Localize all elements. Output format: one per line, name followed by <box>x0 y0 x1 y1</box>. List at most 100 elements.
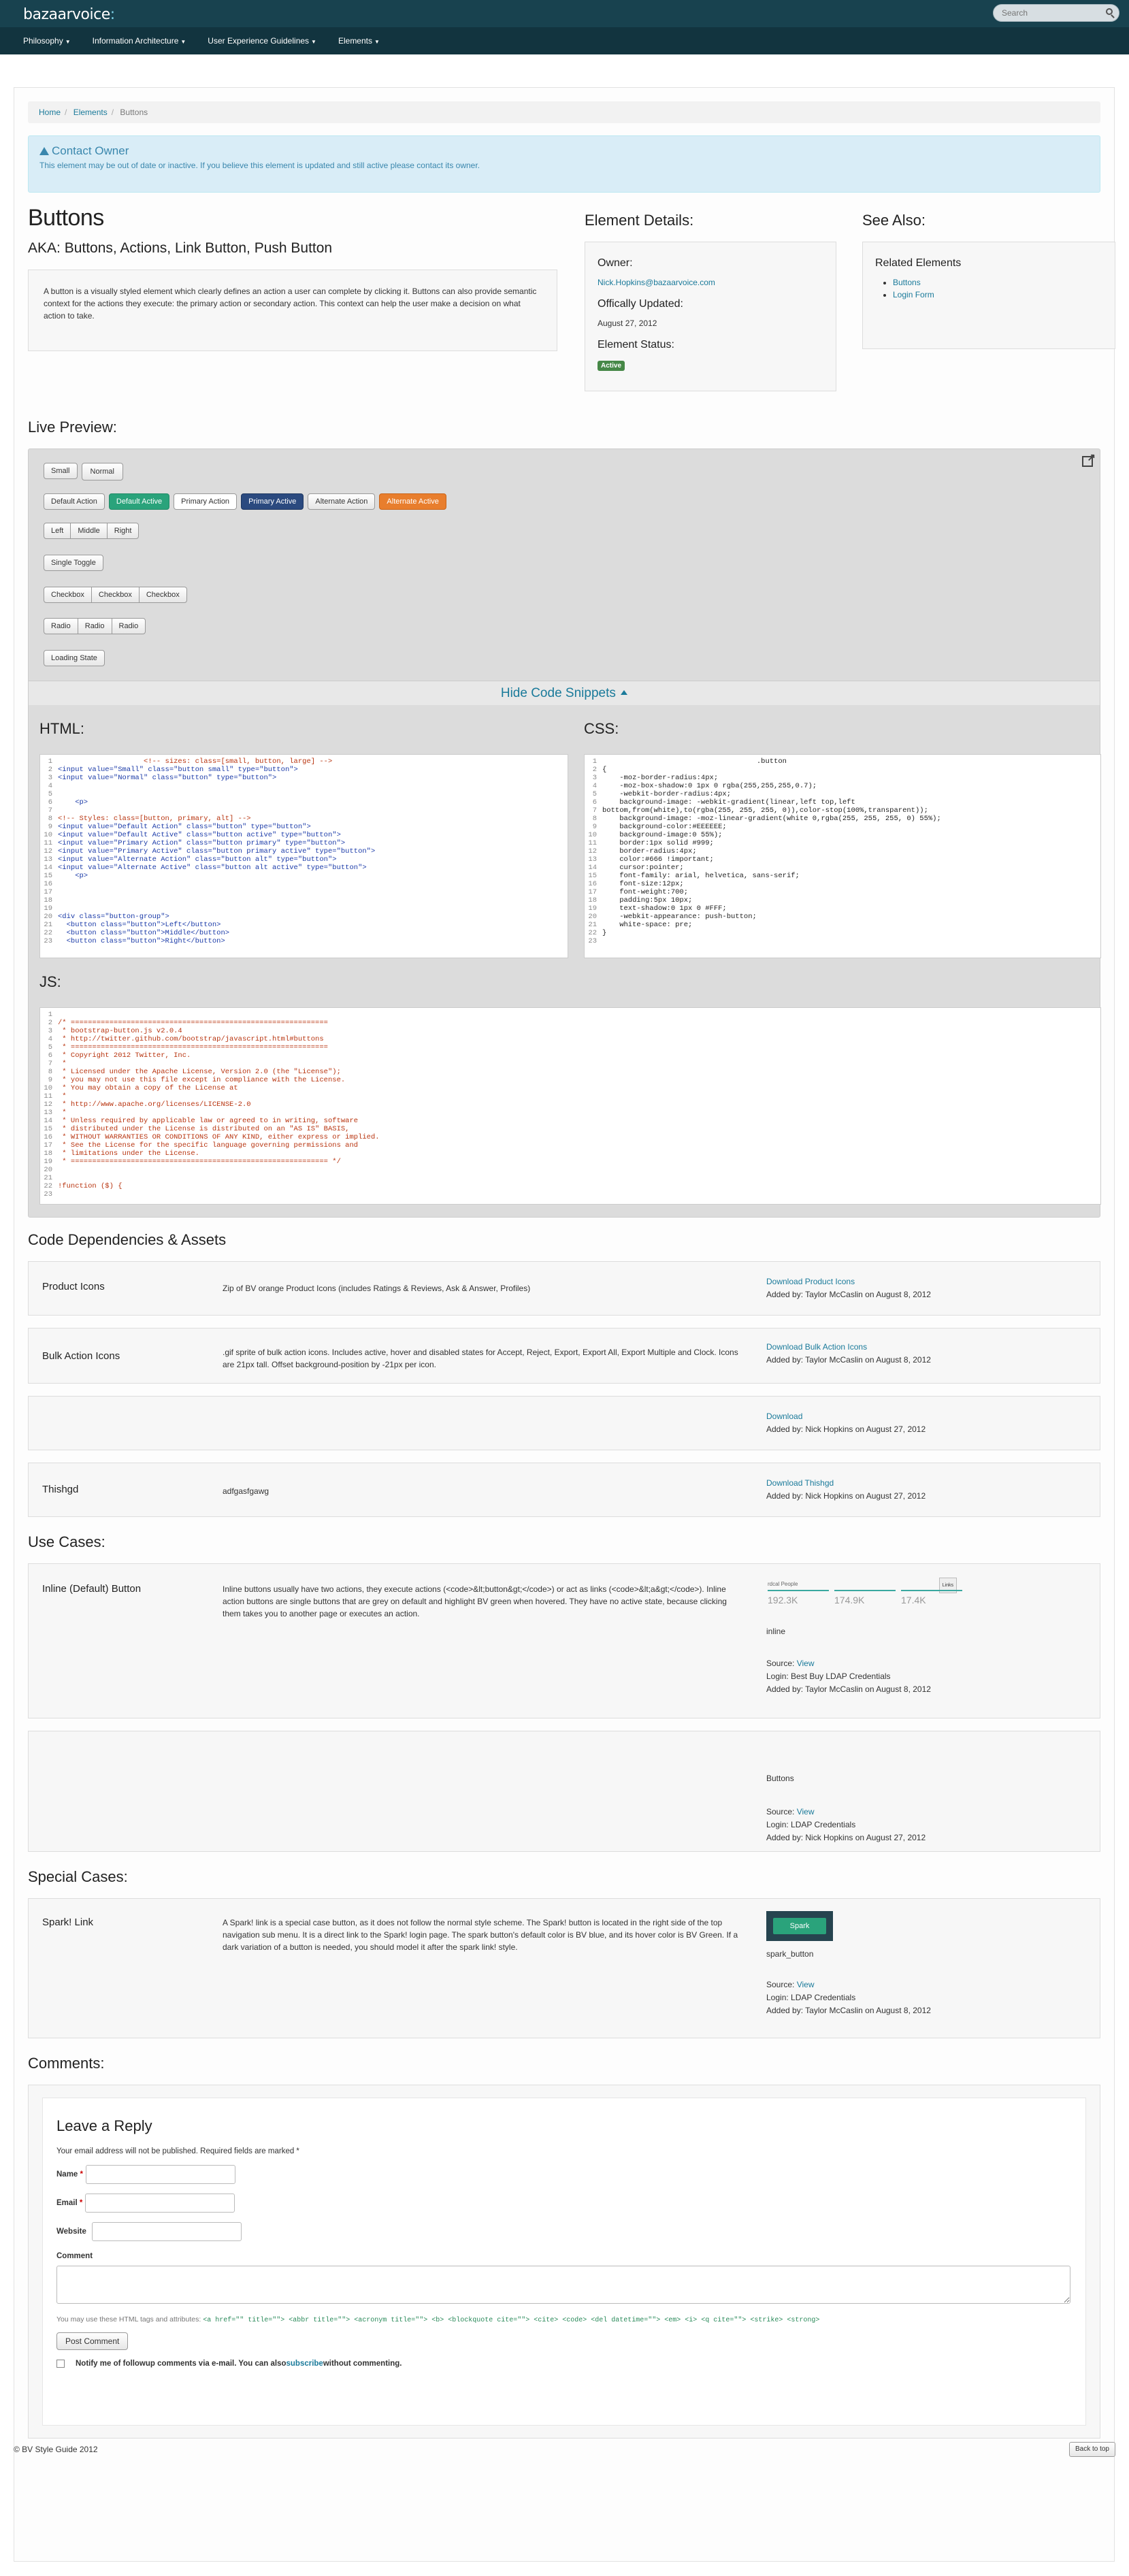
comment-textarea[interactable] <box>56 2266 1070 2304</box>
website-field[interactable] <box>92 2222 242 2241</box>
use-cases-heading: Use Cases: <box>28 1533 105 1550</box>
alert-title: Contact Owner <box>52 144 129 157</box>
code-line: 12 * http://www.apache.org/licenses/LICE… <box>44 1100 251 1109</box>
download-bulk-action-icons-link[interactable]: Download Bulk Action Icons <box>766 1342 867 1352</box>
caret-down-icon: ▼ <box>311 39 316 45</box>
html-code-snippet[interactable]: 1 <!-- sizes: class=[small, button, larg… <box>39 754 568 958</box>
normal-button[interactable]: Normal <box>81 463 123 480</box>
code-line: 9 <input value="Default Action" class="bu… <box>48 823 311 831</box>
code-line: 4 <box>48 782 52 790</box>
code-line: 18 <box>44 896 52 904</box>
related-buttons-link[interactable]: Buttons <box>893 278 921 287</box>
loading-state-button[interactable]: Loading State <box>44 650 105 666</box>
code-line: 2 <input value="Small" class="button smal… <box>48 766 298 774</box>
code-line: 23 <box>588 937 597 945</box>
email-field[interactable] <box>85 2194 235 2213</box>
code-line: 18 * limitations under the License. <box>44 1150 199 1158</box>
radio-button[interactable]: Radio <box>111 618 146 634</box>
external-link-icon[interactable] <box>1082 451 1096 467</box>
search-icon[interactable] <box>1106 8 1113 15</box>
download-link[interactable]: Download <box>766 1412 802 1421</box>
code-line: 17 <box>44 888 52 896</box>
main-nav: Philosophy ▼ Information Architecture ▼ Us… <box>0 27 1129 54</box>
subscribe-link[interactable]: subscribe <box>287 2360 323 2368</box>
post-comment-button[interactable]: Post Comment <box>56 2332 129 2350</box>
source-view-link[interactable]: View <box>797 1807 815 1816</box>
nav-ux-guidelines[interactable]: User Experience Guidelines ▼ <box>201 27 323 54</box>
code-line: 8 * Licensed under the Apache License, V… <box>48 1068 341 1076</box>
hide-code-snippets-toggle[interactable]: Hide Code Snippets <box>29 681 1100 705</box>
code-line: 13 * <box>44 1109 67 1117</box>
code-line: 18 padding:5px 10px; <box>588 896 693 904</box>
code-line: 3 * bootstrap-button.js v2.0.4 <box>48 1027 182 1035</box>
code-line: 14 <input value="Alternate Active" class=… <box>44 864 367 872</box>
nav-philosophy[interactable]: Philosophy ▼ <box>16 27 78 54</box>
alternate-active-button[interactable]: Alternate Active <box>379 493 446 510</box>
code-line: 17 font-weight:700; <box>588 888 689 896</box>
copyright: © BV Style Guide 2012 <box>14 2445 98 2454</box>
related-login-form-link[interactable]: Login Form <box>893 290 934 299</box>
code-line: 4 * http://twitter.github.com/bootstrap/… <box>48 1035 324 1043</box>
code-line: 8 <!-- Styles: class=[button, primary, al… <box>48 815 251 823</box>
element-details: Element Details: Owner: Nick.Hopkins@baz… <box>585 212 836 391</box>
checkbox-button[interactable]: Checkbox <box>91 587 140 603</box>
download-thishgd-link[interactable]: Download Thishgd <box>766 1478 834 1488</box>
css-label: CSS: <box>584 720 619 737</box>
css-code-snippet[interactable]: 1 .button 2{3 -moz-border-radius:4px; 4 -m… <box>584 754 1101 958</box>
primary-active-button[interactable]: Primary Active <box>241 493 304 510</box>
nav-elements[interactable]: Elements ▼ <box>331 27 387 54</box>
code-line: 1 <box>48 1011 52 1019</box>
download-product-icons-link[interactable]: Download Product Icons <box>766 1277 855 1286</box>
notify-checkbox[interactable] <box>56 2360 65 2368</box>
caret-down-icon: ▼ <box>65 39 71 45</box>
code-line: 5 * ====================================… <box>48 1043 328 1051</box>
right-button[interactable]: Right <box>106 523 140 539</box>
comments-section: Leave a Reply Your email address will no… <box>28 2085 1100 2439</box>
js-code-snippet[interactable]: 1 2/* ===================================… <box>39 1007 1101 1205</box>
checkbox-button[interactable]: Checkbox <box>44 587 92 603</box>
nav-information-architecture[interactable]: Information Architecture ▼ <box>86 27 193 54</box>
owner-email-link[interactable]: Nick.Hopkins@bazaarvoice.com <box>598 278 715 287</box>
button-group: Left Middle Right <box>44 523 140 539</box>
code-line: 4 -moz-box-shadow:0 1px 0 rgba(255,255,2… <box>592 782 817 790</box>
name-field[interactable] <box>86 2165 236 2184</box>
page-title: Buttons <box>28 205 104 231</box>
code-line: 10 * You may obtain a copy of the Licens… <box>44 1084 238 1092</box>
small-button[interactable]: Small <box>44 463 78 479</box>
breadcrumb-home[interactable]: Home <box>39 108 61 117</box>
default-action-button[interactable]: Default Action <box>44 493 105 510</box>
search-input[interactable] <box>993 4 1119 22</box>
radio-button[interactable]: Radio <box>77 618 112 634</box>
left-button[interactable]: Left <box>44 523 71 539</box>
code-line: 7 bottom,from(white),to(rgba(255, 255, 25… <box>592 806 928 815</box>
see-also: See Also: Related Elements Buttons Login… <box>862 212 1115 349</box>
code-line: 21 <box>44 1174 52 1182</box>
primary-action-button[interactable]: Primary Action <box>174 493 238 510</box>
code-line: 15 <p> <box>44 872 88 880</box>
alternate-action-button[interactable]: Alternate Action <box>308 493 376 510</box>
code-line: 21 <button class="button">Left</button> <box>44 921 221 929</box>
code-line: 1 .button <box>592 757 787 766</box>
default-active-button[interactable]: Default Active <box>108 493 170 510</box>
back-to-top-button[interactable]: Back to top <box>1068 2442 1115 2457</box>
reply-form: Leave a Reply Your email address will no… <box>42 2098 1086 2426</box>
code-line: 16 <box>44 880 52 888</box>
comments-heading: Comments: <box>28 2055 105 2072</box>
dependency-card: Thishgd adfgasfgawg Download Thishgd Adde… <box>28 1463 1100 1517</box>
reply-title: Leave a Reply <box>56 2117 152 2134</box>
spark-button-screenshot: Spark <box>766 1911 833 1941</box>
content-wrapper: Home / Elements / Buttons Contact Owner Th… <box>14 87 1115 2562</box>
source-view-link[interactable]: View <box>797 1659 815 1668</box>
single-toggle-button[interactable]: Single Toggle <box>44 555 103 571</box>
status-badge: Active <box>598 361 625 371</box>
code-line: 11 * <box>44 1092 67 1100</box>
logo[interactable]: bazaarvoice: <box>23 6 115 23</box>
middle-button[interactable]: Middle <box>70 523 108 539</box>
radio-button[interactable]: Radio <box>44 618 78 634</box>
breadcrumb-elements[interactable]: Elements <box>73 108 108 117</box>
checkbox-button[interactable]: Checkbox <box>138 587 187 603</box>
code-line: 3 -moz-border-radius:4px; <box>592 774 719 782</box>
source-view-link[interactable]: View <box>797 1980 815 1989</box>
code-line: 16 font-size:12px; <box>588 880 684 888</box>
top-bar: bazaarvoice: <box>0 0 1129 27</box>
